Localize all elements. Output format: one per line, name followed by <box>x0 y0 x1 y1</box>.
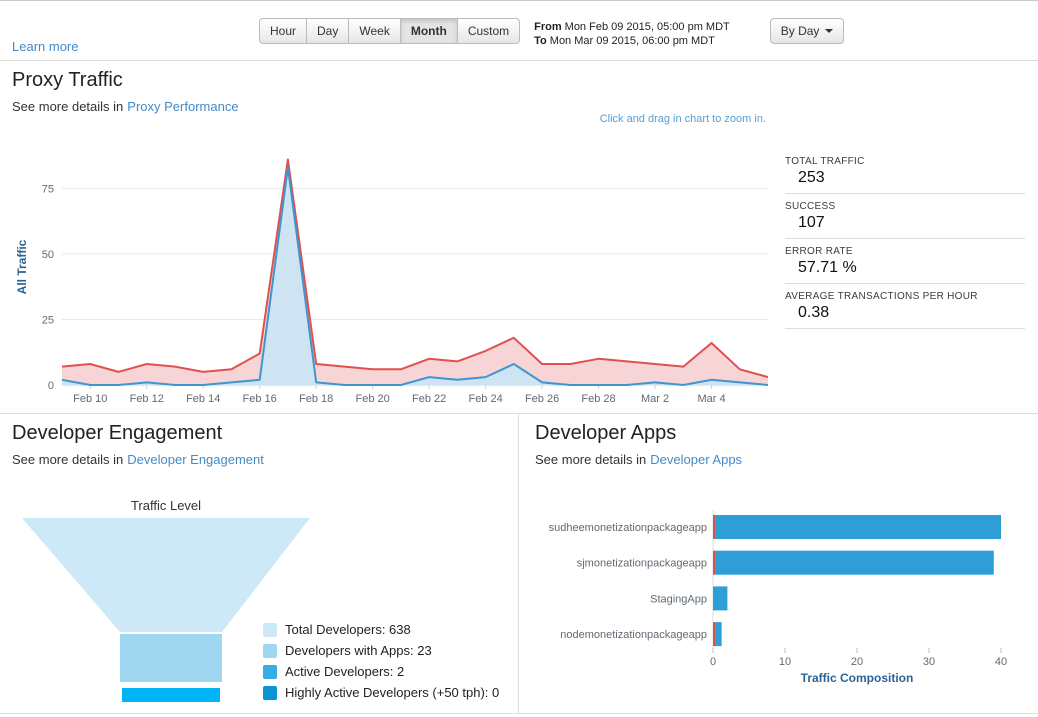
svg-text:0: 0 <box>710 656 716 668</box>
svg-text:50: 50 <box>42 249 54 261</box>
funnel-title: Traffic Level <box>130 498 202 513</box>
svg-text:Feb 20: Feb 20 <box>356 393 390 405</box>
legend-label: Highly Active Developers (+50 tph): 0 <box>285 685 500 700</box>
date-from-label: From <box>534 21 562 33</box>
date-to-value: Mon Mar 09 2015, 06:00 pm MDT <box>549 35 715 47</box>
stat-value: 107 <box>798 214 825 231</box>
topbar: Learn more Hour Day Week Month Custom Fr… <box>0 1 1038 61</box>
proxy-traffic-section: Proxy Traffic See more details in Proxy P… <box>0 61 1038 414</box>
proxy-traffic-title: Proxy Traffic <box>12 69 123 91</box>
date-range: From Mon Feb 09 2015, 05:00 pm MDT To Mon … <box>534 20 730 48</box>
proxy-performance-link[interactable]: Proxy Performance <box>127 99 238 114</box>
interval-dropdown-label: By Day <box>780 24 820 38</box>
legend-label: Total Developers: 638 <box>285 622 411 637</box>
svg-text:Feb 16: Feb 16 <box>243 393 277 405</box>
svg-text:30: 30 <box>923 656 935 668</box>
svg-text:Feb 14: Feb 14 <box>186 393 220 405</box>
developer-apps-title: Developer Apps <box>535 422 677 444</box>
stat-value: 57.71 % <box>798 259 857 276</box>
svg-text:10: 10 <box>779 656 791 668</box>
developer-apps-section: Developer Apps See more details in Develo… <box>519 414 1038 713</box>
developer-engagement-title: Developer Engagement <box>12 422 223 444</box>
legend-label: Developers with Apps: 23 <box>285 643 432 658</box>
developer-apps-subtitle: See more details in Developer Apps <box>535 452 1038 467</box>
svg-text:StagingApp: StagingApp <box>650 593 707 605</box>
legend-swatch <box>263 664 277 679</box>
svg-text:40: 40 <box>995 656 1007 668</box>
svg-text:25: 25 <box>42 314 54 326</box>
stat-error-rate: ERROR RATE 57.71 % <box>785 243 1025 284</box>
legend-item-developers-with-apps: Developers with Apps: 23 <box>263 643 515 658</box>
svg-text:Feb 22: Feb 22 <box>412 393 446 405</box>
svg-text:sjmonetizationpackageapp: sjmonetizationpackageapp <box>577 558 707 570</box>
stat-value: 253 <box>798 169 825 186</box>
subtitle-text: See more details in <box>535 452 647 467</box>
range-hour-button[interactable]: Hour <box>259 18 308 44</box>
traffic-stats-panel: TOTAL TRAFFIC 253 SUCCESS 107 ERROR RATE… <box>785 153 1025 333</box>
svg-text:Feb 18: Feb 18 <box>299 393 333 405</box>
svg-text:Feb 24: Feb 24 <box>468 393 502 405</box>
analytics-dashboard: Learn more Hour Day Week Month Custom Fr… <box>0 0 1038 717</box>
legend-swatch <box>263 685 277 700</box>
range-week-button[interactable]: Week <box>348 18 401 44</box>
stat-label: ERROR RATE <box>785 246 853 257</box>
range-controls: Hour Day Week Month Custom From Mon Feb 0… <box>259 18 845 48</box>
legend-item-active-developers: Active Developers: 2 <box>263 664 515 679</box>
stat-value: 0.38 <box>798 304 830 321</box>
svg-text:20: 20 <box>851 656 863 668</box>
range-custom-button[interactable]: Custom <box>456 18 521 44</box>
subtitle-text: See more details in <box>12 99 124 114</box>
zoom-hint: Click and drag in chart to zoom in. <box>599 113 766 125</box>
legend-label: Active Developers: 2 <box>285 664 405 679</box>
developer-engagement-link[interactable]: Developer Engagement <box>127 452 264 467</box>
proxy-traffic-subtitle: See more details in Proxy Performance <box>12 99 1038 114</box>
developer-apps-chart[interactable]: sudheemonetizationpackageapp sjmonetizati… <box>529 506 1034 686</box>
svg-text:nodemonetizationpackageapp: nodemonetizationpackageapp <box>560 629 707 641</box>
stat-success: SUCCESS 107 <box>785 198 1025 239</box>
svg-text:Mar 2: Mar 2 <box>641 393 669 405</box>
proxy-traffic-chart[interactable]: 0 25 50 75 Feb 10 Feb 12 Feb 14 Feb 16 Feb 18 Feb… <box>0 139 775 409</box>
legend-item-total-developers: Total Developers: 638 <box>263 622 515 637</box>
date-to-label: To <box>534 35 547 47</box>
stat-label: TOTAL TRAFFIC <box>785 156 865 167</box>
stat-total-traffic: TOTAL TRAFFIC 253 <box>785 153 1025 194</box>
legend-swatch <box>263 643 277 658</box>
svg-text:sudheemonetizationpackageapp: sudheemonetizationpackageapp <box>549 522 707 534</box>
range-day-button[interactable]: Day <box>306 18 350 44</box>
interval-dropdown-button[interactable]: By Day <box>769 18 845 44</box>
bottom-row: Developer Engagement See more details in… <box>0 414 1038 714</box>
range-month-button[interactable]: Month <box>399 18 458 44</box>
range-button-group: Hour Day Week Month Custom <box>259 18 521 44</box>
svg-text:Feb 12: Feb 12 <box>130 393 164 405</box>
svg-text:75: 75 <box>42 183 54 195</box>
svg-text:Feb 26: Feb 26 <box>525 393 559 405</box>
stat-label: AVERAGE TRANSACTIONS PER HOUR <box>785 291 978 302</box>
funnel-legend: Total Developers: 638 Developers with Ap… <box>263 622 515 706</box>
developer-engagement-subtitle: See more details in Developer Engagement <box>12 452 518 467</box>
svg-text:Feb 10: Feb 10 <box>73 393 107 405</box>
stat-avg-tph: AVERAGE TRANSACTIONS PER HOUR 0.38 <box>785 288 1025 329</box>
legend-item-highly-active-developers: Highly Active Developers (+50 tph): 0 <box>263 685 515 700</box>
date-to: To Mon Mar 09 2015, 06:00 pm MDT <box>534 34 730 48</box>
svg-text:Traffic Composition: Traffic Composition <box>801 671 914 685</box>
learn-more-link[interactable]: Learn more <box>12 39 78 54</box>
subtitle-text: See more details in <box>12 452 124 467</box>
date-from-value: Mon Feb 09 2015, 05:00 pm MDT <box>564 21 730 33</box>
svg-text:Mar 4: Mar 4 <box>697 393 725 405</box>
stat-label: SUCCESS <box>785 201 836 212</box>
svg-text:Feb 28: Feb 28 <box>581 393 615 405</box>
developer-apps-link[interactable]: Developer Apps <box>650 452 742 467</box>
date-from: From Mon Feb 09 2015, 05:00 pm MDT <box>534 20 730 34</box>
legend-swatch <box>263 622 277 637</box>
developer-engagement-section: Developer Engagement See more details in… <box>0 414 519 713</box>
caret-down-icon <box>825 29 834 33</box>
svg-text:All Traffic: All Traffic <box>15 239 29 294</box>
svg-text:0: 0 <box>48 380 54 392</box>
